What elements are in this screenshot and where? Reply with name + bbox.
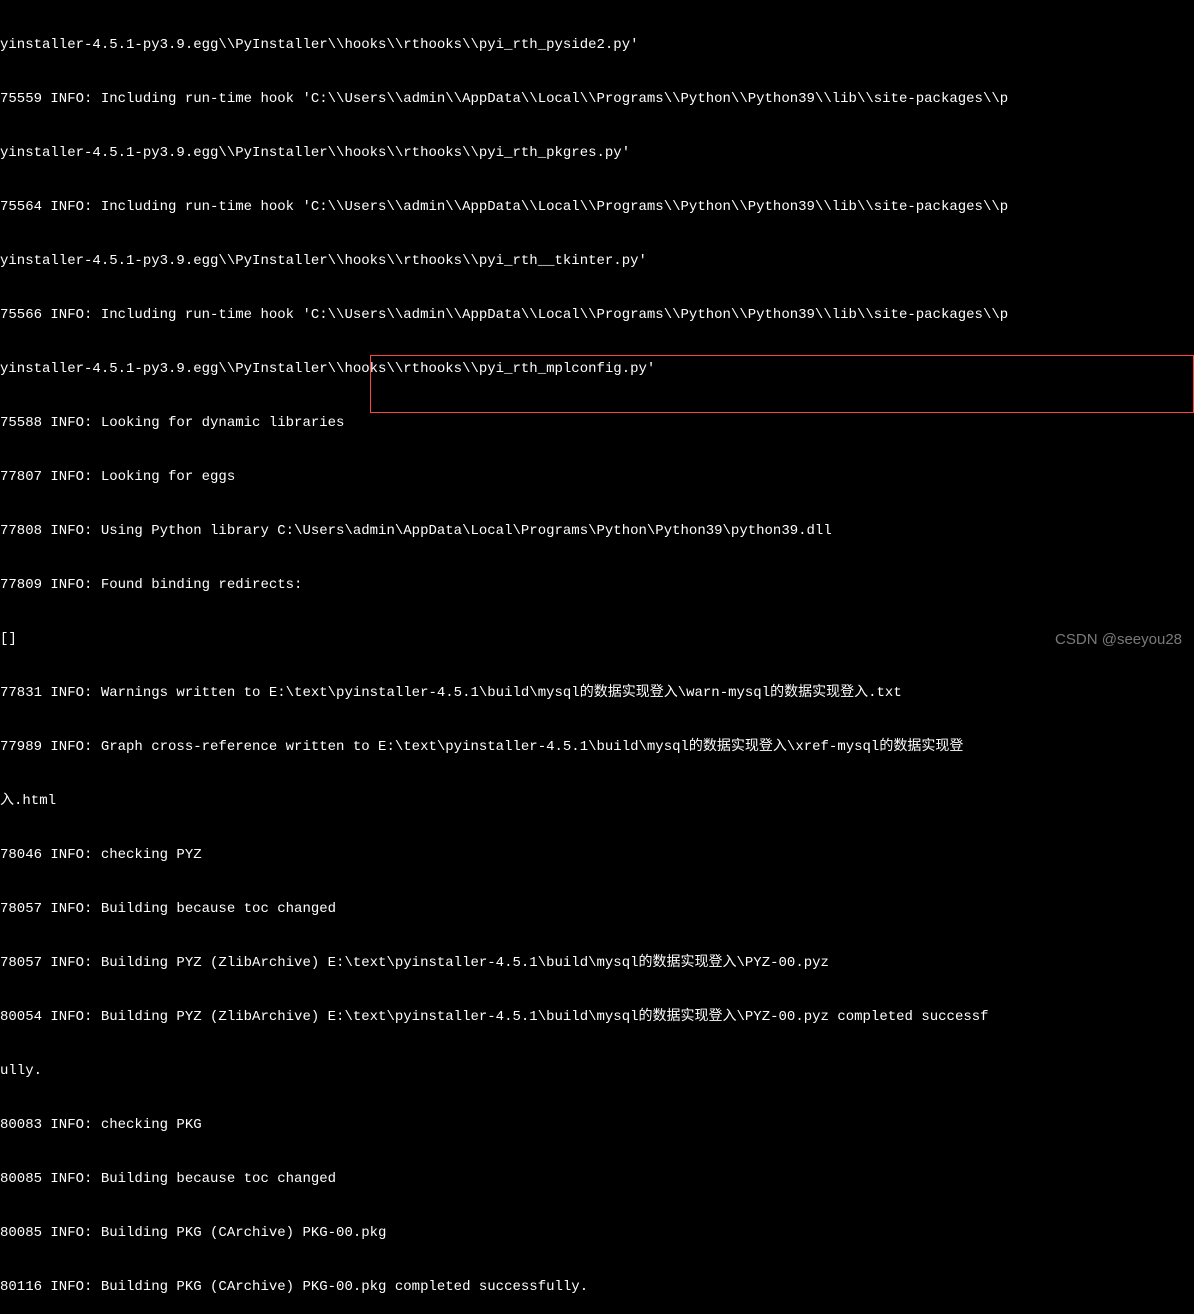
log-line: 75566 INFO: Including run-time hook 'C:\… [0, 306, 1194, 324]
log-line: 78057 INFO: Building because toc changed [0, 900, 1194, 918]
log-line: 80083 INFO: checking PKG [0, 1116, 1194, 1134]
log-line: 78057 INFO: Building PYZ (ZlibArchive) E… [0, 954, 1194, 972]
log-line: 80054 INFO: Building PYZ (ZlibArchive) E… [0, 1008, 1194, 1026]
log-line: ully. [0, 1062, 1194, 1080]
log-line: 75564 INFO: Including run-time hook 'C:\… [0, 198, 1194, 216]
log-line: 77809 INFO: Found binding redirects: [0, 576, 1194, 594]
log-line: 入.html [0, 792, 1194, 810]
watermark-text: CSDN @seeyou28 [1055, 631, 1182, 649]
log-line: [] [0, 630, 1194, 648]
log-line: yinstaller-4.5.1-py3.9.egg\\PyInstaller\… [0, 144, 1194, 162]
log-line: 77831 INFO: Warnings written to E:\text\… [0, 684, 1194, 702]
log-line: 80116 INFO: Building PKG (CArchive) PKG-… [0, 1278, 1194, 1296]
log-line: 78046 INFO: checking PYZ [0, 846, 1194, 864]
log-line: 80085 INFO: Building because toc changed [0, 1170, 1194, 1188]
log-line: 75559 INFO: Including run-time hook 'C:\… [0, 90, 1194, 108]
terminal-output[interactable]: yinstaller-4.5.1-py3.9.egg\\PyInstaller\… [0, 0, 1194, 1314]
log-line: 80085 INFO: Building PKG (CArchive) PKG-… [0, 1224, 1194, 1242]
log-line: 75588 INFO: Looking for dynamic librarie… [0, 414, 1194, 432]
log-line: 77989 INFO: Graph cross-reference writte… [0, 738, 1194, 756]
log-line: yinstaller-4.5.1-py3.9.egg\\PyInstaller\… [0, 360, 1194, 378]
log-line: 77807 INFO: Looking for eggs [0, 468, 1194, 486]
log-line: yinstaller-4.5.1-py3.9.egg\\PyInstaller\… [0, 36, 1194, 54]
log-line: yinstaller-4.5.1-py3.9.egg\\PyInstaller\… [0, 252, 1194, 270]
log-line: 77808 INFO: Using Python library C:\User… [0, 522, 1194, 540]
